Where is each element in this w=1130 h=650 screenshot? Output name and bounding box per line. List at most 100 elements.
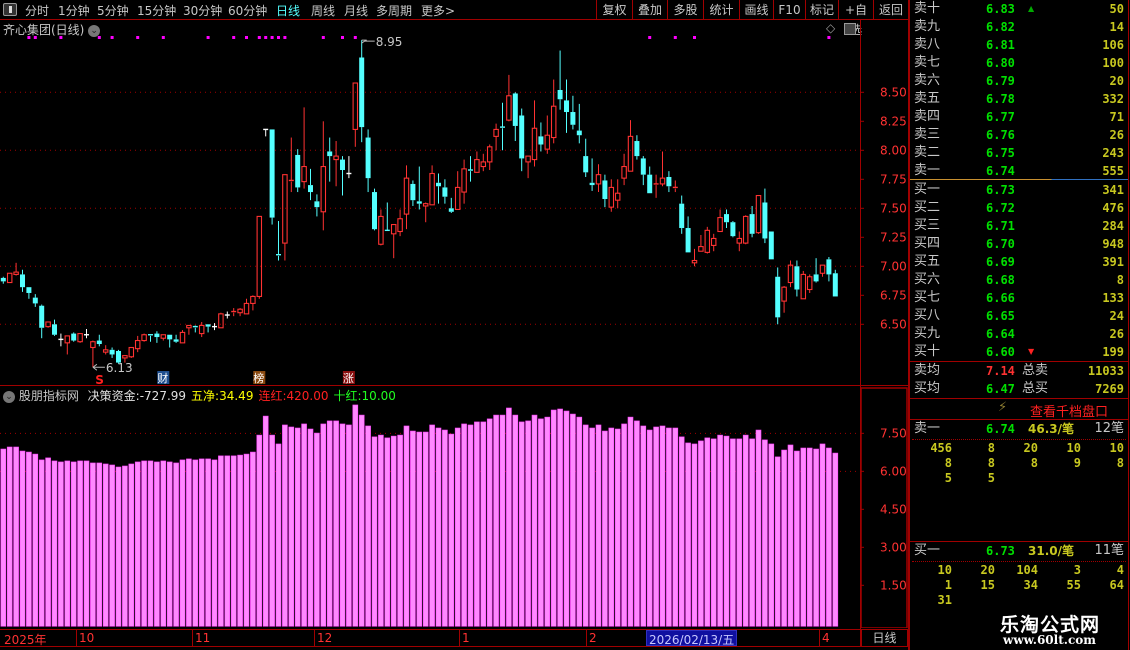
indicator-field-label: 决策资金: bbox=[87, 389, 140, 403]
tab-period[interactable]: 更多> bbox=[421, 2, 455, 19]
tab-period[interactable]: 1分钟 bbox=[58, 2, 90, 19]
toolbar-button[interactable]: 统计 bbox=[703, 0, 739, 20]
orderbook-row[interactable]: 买八 6.65 24 bbox=[912, 307, 1128, 325]
indicator-bar bbox=[595, 424, 602, 627]
month-divider bbox=[192, 630, 193, 647]
queue-order: 5 bbox=[944, 471, 952, 485]
tab-period[interactable]: 日线 bbox=[276, 2, 300, 19]
candle bbox=[141, 333, 147, 342]
signal-dot bbox=[827, 36, 831, 39]
candle bbox=[148, 334, 153, 342]
candle bbox=[205, 324, 211, 333]
orderbook-row[interactable]: 卖八 6.81 106 bbox=[912, 36, 1128, 54]
orderbook-row[interactable]: 卖一 6.74 555 bbox=[912, 162, 1128, 180]
indicator-bar bbox=[704, 437, 711, 627]
candle bbox=[659, 151, 666, 187]
orderbook-row[interactable]: 买五 6.69 391 bbox=[912, 253, 1128, 271]
chevron-down-icon[interactable]: ⌄ bbox=[3, 390, 15, 403]
orderbook-row[interactable]: 卖三 6.76 26 bbox=[912, 126, 1128, 144]
orderbook-row[interactable]: 卖二 6.75 243 bbox=[912, 144, 1128, 162]
candle bbox=[365, 129, 371, 193]
indicator-bar bbox=[730, 438, 736, 627]
event-marker[interactable]: 涨 bbox=[342, 371, 355, 385]
candle bbox=[250, 295, 256, 311]
orderbook-row[interactable]: 卖五 6.78 332 bbox=[912, 90, 1128, 108]
orderbook-row[interactable]: 买十 6.60 199 ▼ bbox=[912, 343, 1128, 361]
orderbook-row[interactable]: 买三 6.71 284 bbox=[912, 217, 1128, 235]
indicator-bar bbox=[614, 428, 621, 627]
kline-chart[interactable]: 8.50 8.25 8.00 7.75 7.50 7.25 7.00 6.75 6.50 7.50… bbox=[0, 20, 908, 628]
candle bbox=[500, 102, 505, 151]
candle bbox=[570, 95, 576, 130]
indicator-field: 连红:420.00 bbox=[258, 389, 328, 403]
queue-order: 9 bbox=[1073, 456, 1081, 470]
period-label[interactable]: 日线 bbox=[861, 629, 908, 647]
toolbar-button[interactable]: 画线 bbox=[739, 0, 773, 20]
orderbook-row[interactable]: 买六 6.68 8 bbox=[912, 271, 1128, 289]
toolbar-button[interactable]: 多股 bbox=[667, 0, 703, 20]
indicator-bar bbox=[538, 418, 544, 627]
indicator-bar bbox=[640, 425, 647, 627]
orderbook-row[interactable]: 卖七 6.80 100 bbox=[912, 54, 1128, 72]
signal-dot bbox=[110, 36, 114, 39]
level-price: 6.75 bbox=[986, 146, 1015, 160]
tab-period[interactable]: 月线 bbox=[344, 2, 368, 19]
candle bbox=[346, 156, 352, 179]
orderbook-row[interactable]: 买七 6.66 133 bbox=[912, 289, 1128, 307]
orderbook-row[interactable]: 买九 6.64 26 bbox=[912, 325, 1128, 343]
price-tick-label: 8.25 bbox=[880, 114, 907, 128]
depth-link[interactable]: 查看千档盘口 bbox=[1030, 401, 1108, 420]
event-marker[interactable]: 榜 bbox=[253, 371, 266, 385]
candle bbox=[448, 197, 454, 213]
toolbar-button[interactable]: 标记 bbox=[805, 0, 838, 20]
toolbar-button[interactable]: 复权 bbox=[596, 0, 632, 20]
candle bbox=[640, 156, 646, 186]
tab-period[interactable]: 60分钟 bbox=[228, 2, 267, 19]
indicator-bar bbox=[256, 434, 263, 627]
month-label: 4 bbox=[822, 631, 830, 645]
tab-period[interactable]: 分时 bbox=[25, 2, 49, 19]
orderbook-row[interactable]: 卖四 6.77 71 bbox=[912, 108, 1128, 126]
tab-period[interactable]: 周线 bbox=[311, 2, 335, 19]
candle bbox=[755, 194, 762, 234]
toolbar-button[interactable]: +自选 bbox=[838, 0, 873, 37]
orderbook-row[interactable]: 买一 6.73 341 bbox=[912, 181, 1128, 199]
orderbook-row[interactable]: 卖六 6.79 20 bbox=[912, 72, 1128, 90]
queue-order: 5 bbox=[987, 471, 995, 485]
candle bbox=[454, 171, 461, 211]
tab-period[interactable]: 30分钟 bbox=[183, 2, 222, 19]
tab-period[interactable]: 5分钟 bbox=[97, 2, 129, 19]
indicator-bar bbox=[454, 427, 461, 627]
indicator-bar bbox=[698, 440, 704, 627]
indicator-bar bbox=[678, 436, 685, 627]
level-price: 6.60 bbox=[986, 345, 1015, 359]
toolbar-button[interactable]: 返回 bbox=[873, 0, 908, 20]
queue-header: 卖一 6.74 46.3/笔 12笔 bbox=[912, 420, 1128, 438]
orderbook-row[interactable]: 买二 6.72 476 bbox=[912, 199, 1128, 217]
tab-period[interactable]: 15分钟 bbox=[137, 2, 176, 19]
signal-dot bbox=[673, 36, 677, 39]
indicator-bar bbox=[422, 431, 429, 627]
toolbar-button[interactable]: 叠加 bbox=[632, 0, 667, 20]
candle bbox=[461, 159, 467, 204]
orderbook-row[interactable]: 买四 6.70 948 bbox=[912, 235, 1128, 253]
indicator-field-label: 五净: bbox=[191, 389, 220, 403]
layout-toggle-icon[interactable] bbox=[3, 3, 17, 16]
candle bbox=[749, 205, 755, 238]
orderbook-row[interactable]: 卖九 6.82 14 bbox=[912, 18, 1128, 36]
level-label: 卖一 bbox=[914, 163, 941, 178]
toolbar-button[interactable]: F10 bbox=[773, 0, 805, 20]
level-price: 6.68 bbox=[986, 273, 1015, 287]
candle bbox=[90, 340, 96, 368]
month-label: 2 bbox=[589, 631, 597, 645]
tab-period[interactable]: 多周期 bbox=[376, 2, 412, 19]
level-label: 卖五 bbox=[914, 91, 941, 106]
level-label: 卖六 bbox=[914, 73, 941, 88]
cursor-date: 2026/02/13/五 bbox=[646, 630, 738, 647]
orderbook-row[interactable]: 卖十 6.83 50 ▲ bbox=[912, 0, 1128, 18]
candle bbox=[768, 231, 774, 260]
event-marker[interactable]: 财 bbox=[157, 371, 170, 385]
indicator-field-value: 34.49 bbox=[219, 389, 254, 403]
indicator-field: 决策资金:-727.99 bbox=[88, 389, 186, 403]
level-label: 买四 bbox=[914, 236, 941, 251]
